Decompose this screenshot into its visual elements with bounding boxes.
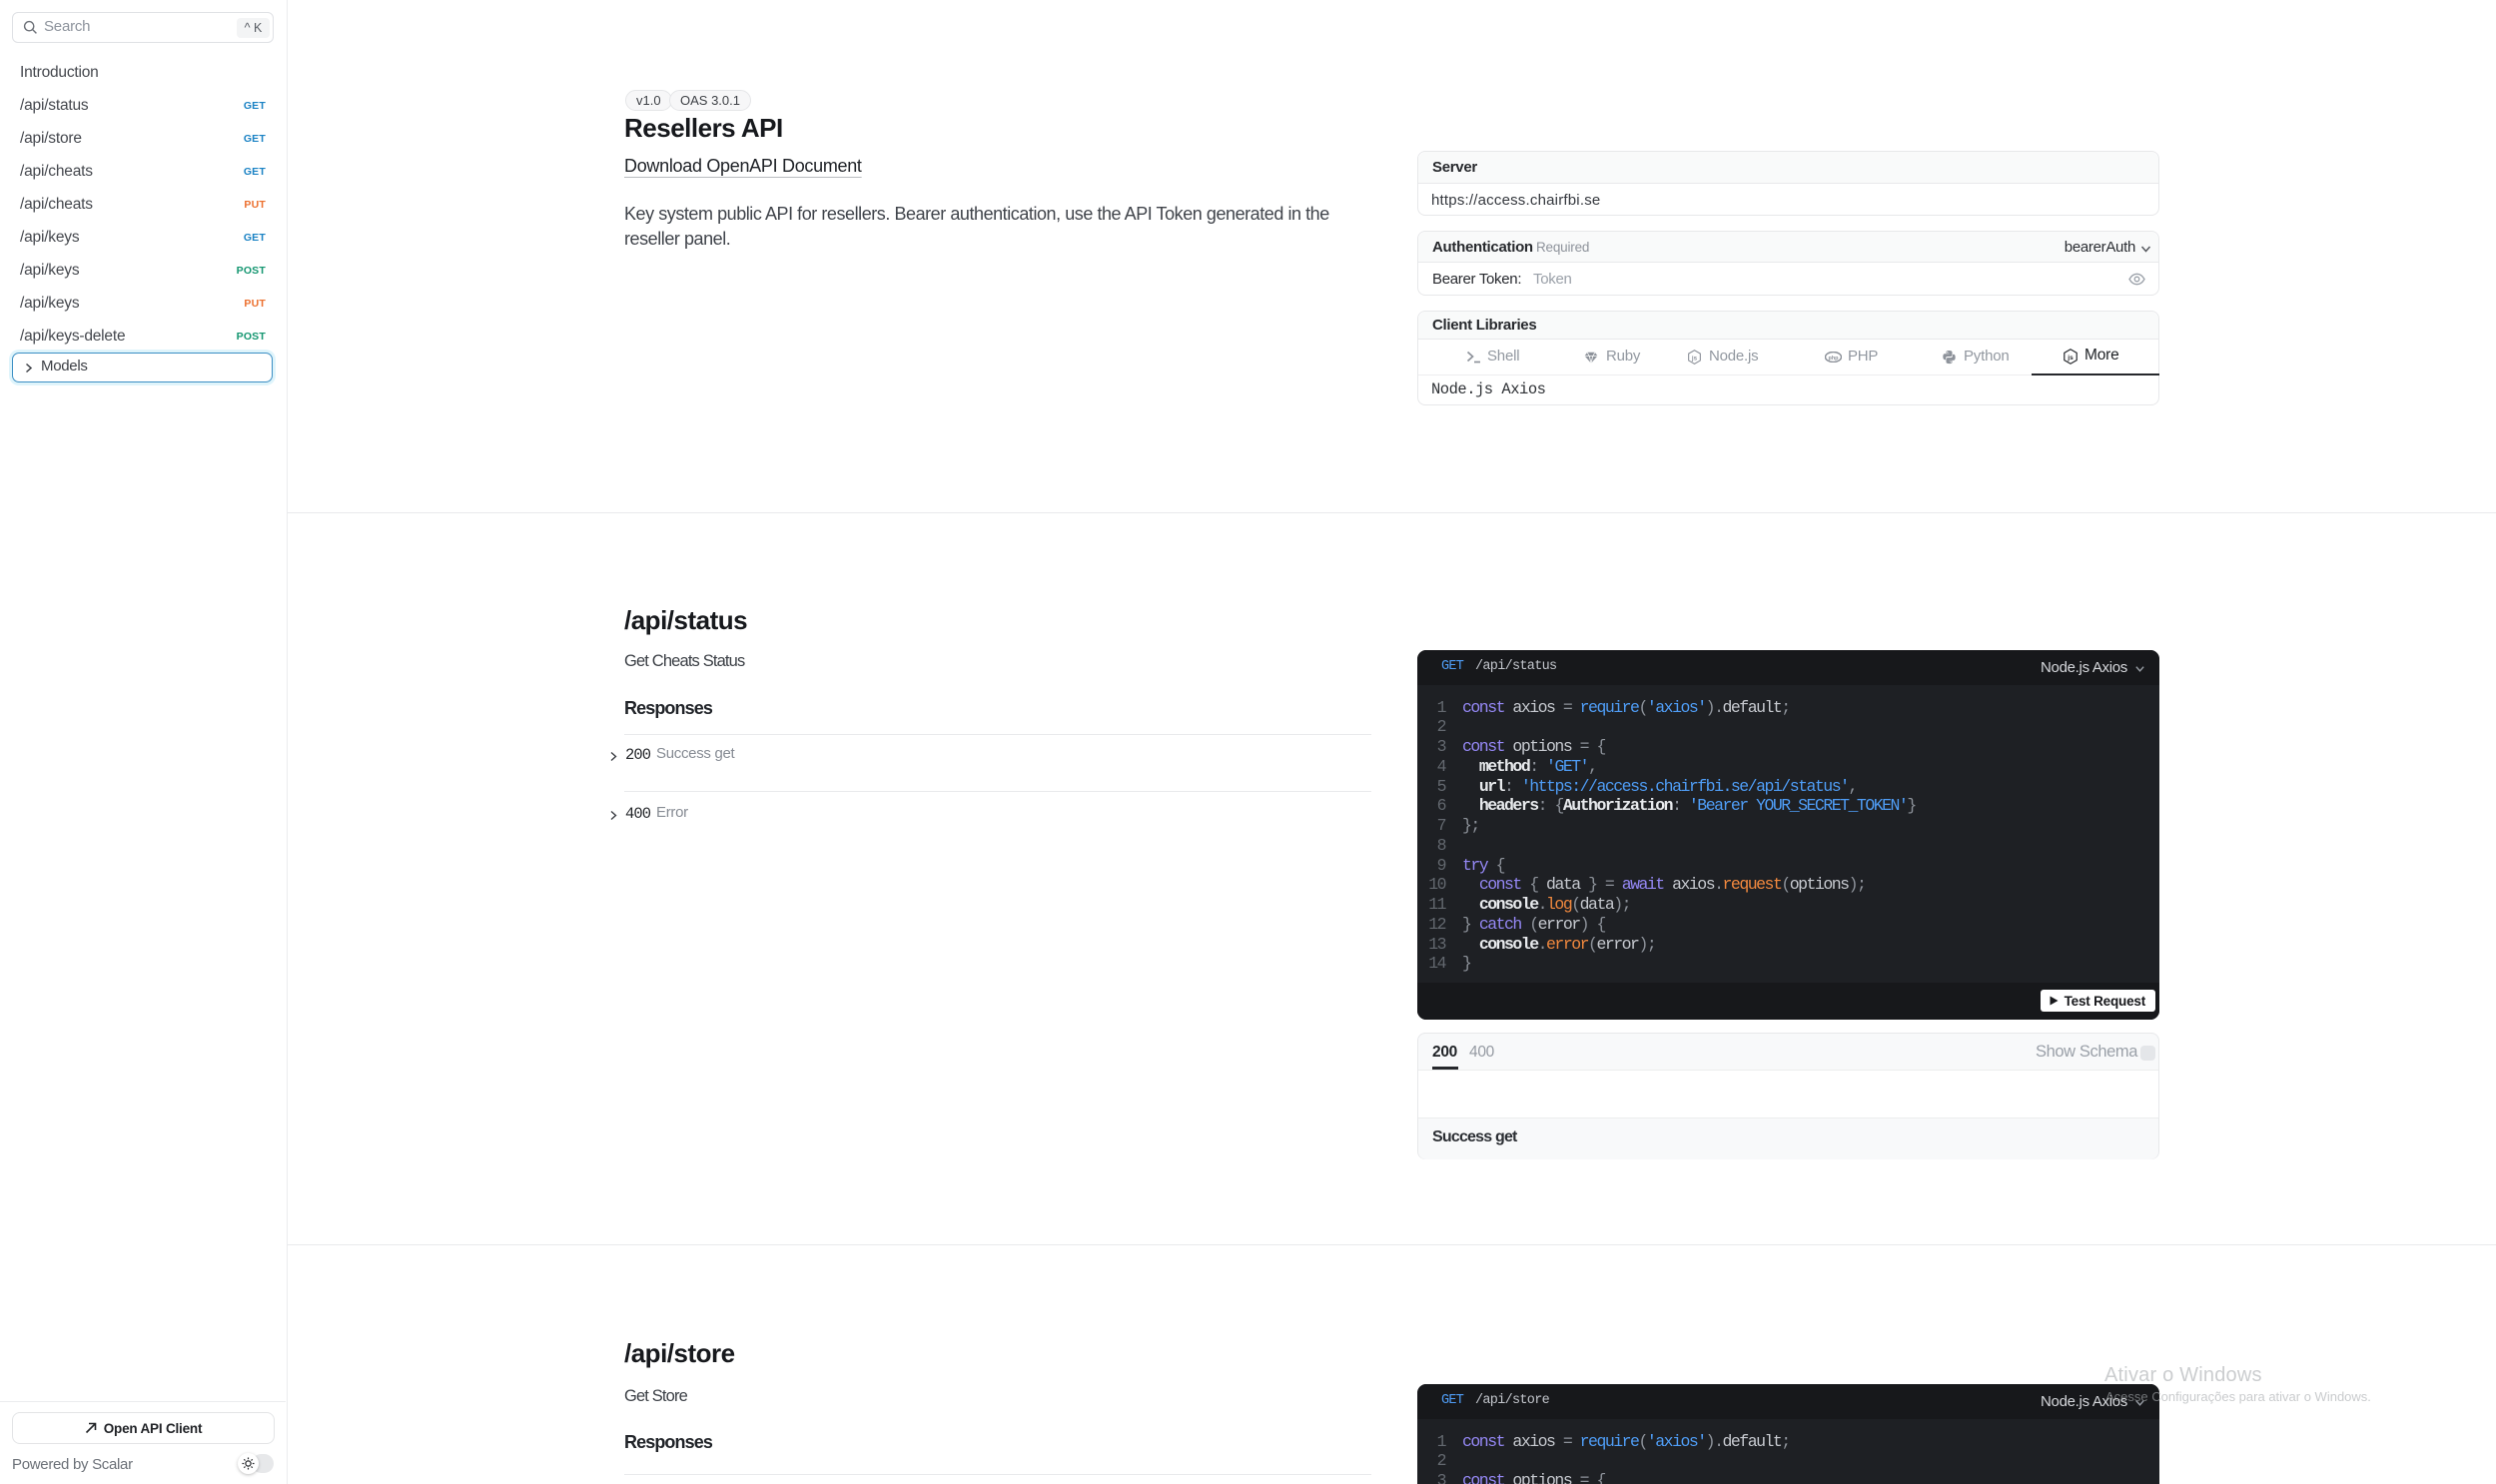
svg-text:php: php bbox=[1828, 356, 1839, 362]
svg-text:js: js bbox=[2067, 355, 2074, 362]
svg-text:js: js bbox=[1691, 355, 1698, 362]
